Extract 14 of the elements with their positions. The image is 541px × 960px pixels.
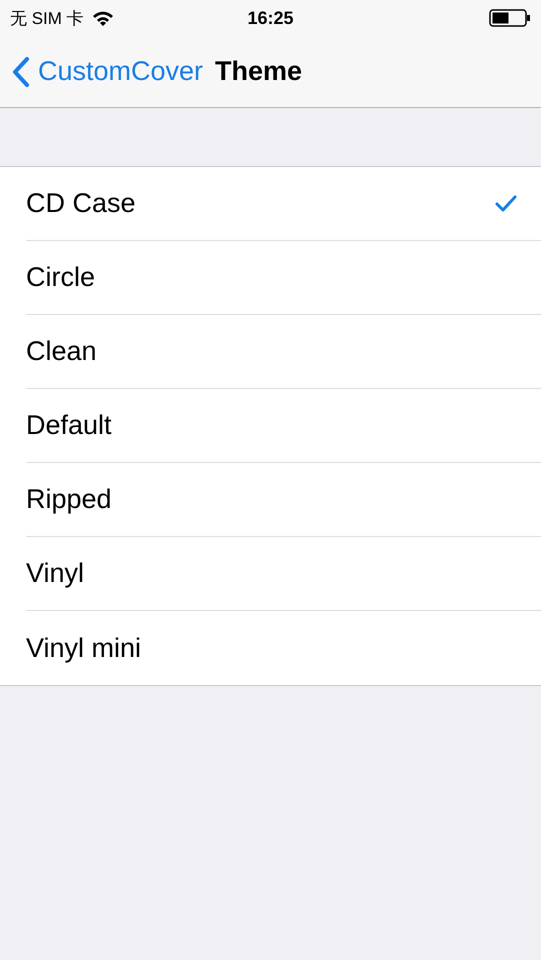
- back-button[interactable]: CustomCover: [12, 56, 204, 87]
- theme-option[interactable]: Vinyl mini: [26, 611, 541, 685]
- theme-option[interactable]: Clean: [26, 315, 541, 389]
- theme-option[interactable]: CD Case: [26, 167, 541, 241]
- theme-option[interactable]: Ripped: [26, 463, 541, 537]
- theme-option[interactable]: Circle: [26, 241, 541, 315]
- battery-icon: [489, 9, 532, 27]
- time-text: 16:25: [247, 8, 294, 28]
- wifi-icon: [92, 10, 114, 26]
- back-chevron-icon: [12, 56, 30, 86]
- theme-option[interactable]: Default: [26, 389, 541, 463]
- page-title: Theme: [215, 56, 302, 87]
- theme-option[interactable]: Vinyl: [26, 537, 541, 611]
- carrier-text: 无 SIM 卡: [10, 8, 84, 30]
